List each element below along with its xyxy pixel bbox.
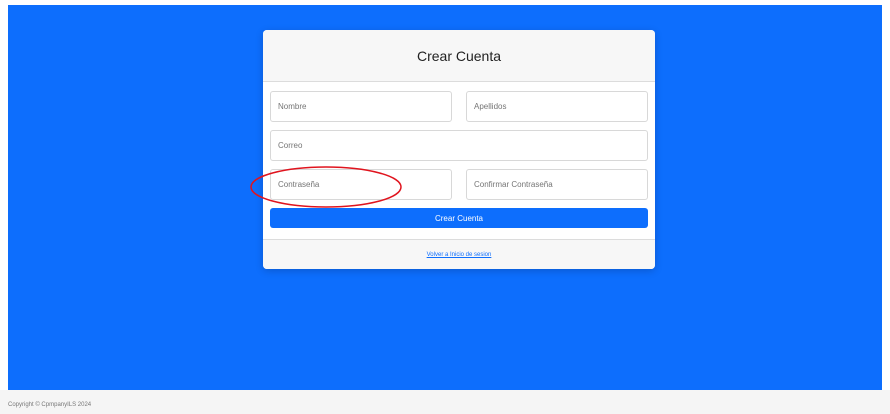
apellidos-input[interactable] [466, 91, 648, 122]
email-row [270, 130, 648, 161]
correo-input[interactable] [270, 130, 648, 161]
contrasena-input[interactable] [270, 169, 452, 200]
name-row [270, 91, 648, 122]
card-header: Crear Cuenta [263, 30, 655, 82]
crear-cuenta-button[interactable]: Crear Cuenta [270, 208, 648, 228]
page-footer: Copyright © CpmpanyILS 2024 [0, 390, 890, 414]
create-account-card: Crear Cuenta Crear Cuenta Volver a Inici… [263, 30, 655, 269]
password-row [270, 169, 648, 200]
page: Crear Cuenta Crear Cuenta Volver a Inici… [0, 0, 890, 414]
card-footer: Volver a Inicio de sesion [263, 239, 655, 269]
copyright-text: Copyright © CpmpanyILS 2024 [8, 402, 92, 408]
back-to-login-link[interactable]: Volver a Inicio de sesion [427, 252, 492, 258]
confirmar-contrasena-input[interactable] [466, 169, 648, 200]
page-title: Crear Cuenta [416, 47, 502, 64]
form-body: Crear Cuenta [263, 82, 655, 228]
nombre-input[interactable] [270, 91, 452, 122]
